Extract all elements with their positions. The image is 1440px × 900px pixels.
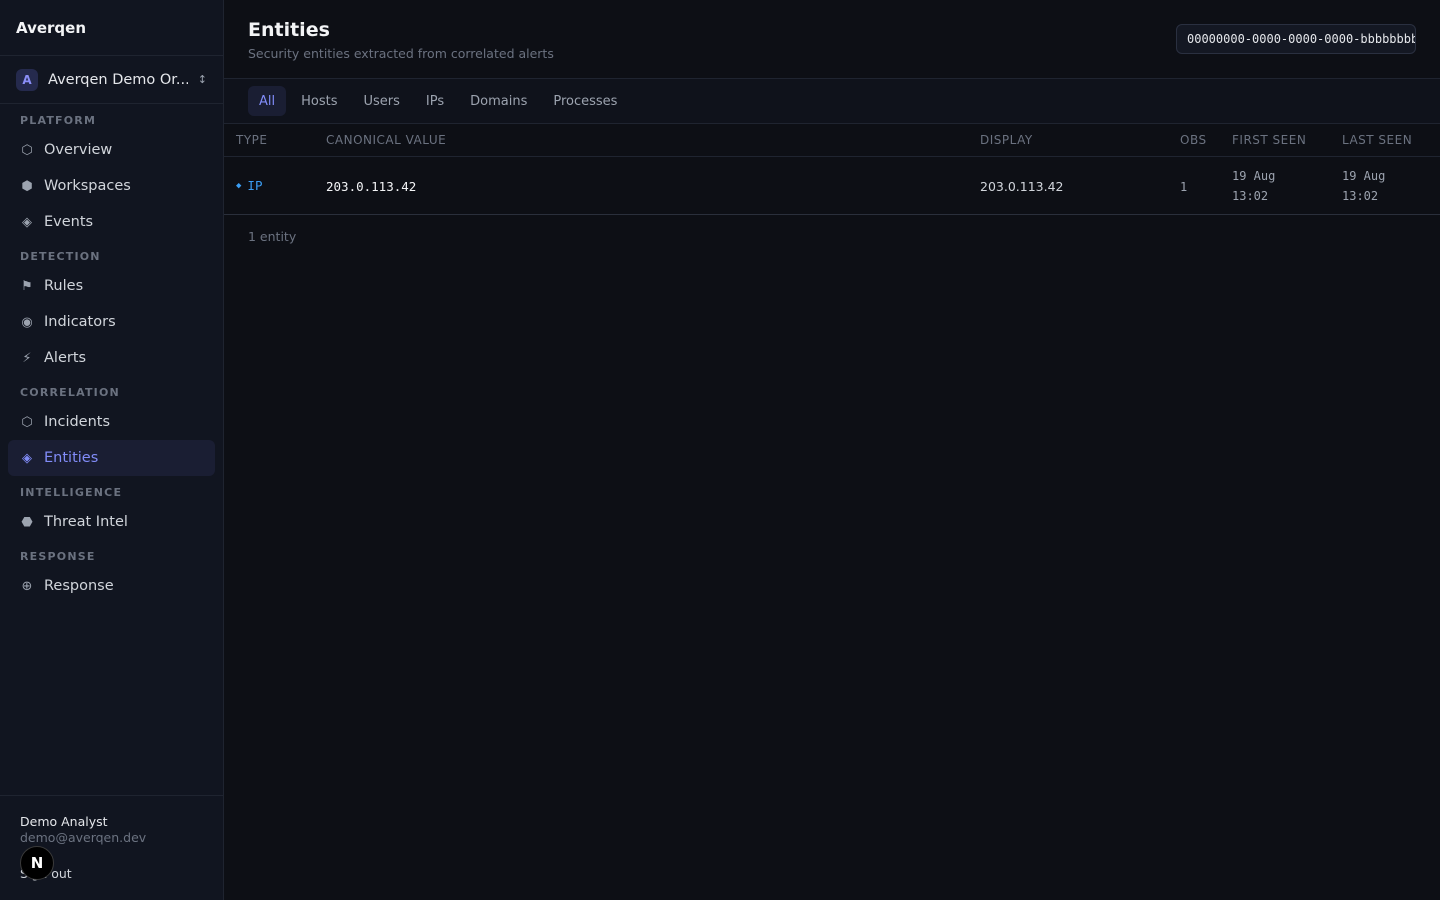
circle-plus-icon: ⊕ <box>21 578 33 594</box>
sidebar-item-label: Events <box>44 214 94 230</box>
diamond-icon: ◈ <box>22 214 32 230</box>
org-name: Averqen Demo Or... <box>48 71 188 88</box>
diamond-icon: ◈ <box>22 450 32 466</box>
column-header-type[interactable]: TYPE <box>224 133 314 147</box>
workspace-id-field[interactable]: 00000000-0000-0000-0000-bbbbbbbbbbbb <box>1176 24 1416 54</box>
nav-section-label: INTELLIGENCE <box>20 486 123 499</box>
user-panel: Demo Analyst demo@averqen.dev Sign out N <box>0 795 223 900</box>
display-value: 203.0.113.42 <box>980 179 1064 194</box>
sidebar-item-entities[interactable]: ◈ Entities <box>8 440 215 476</box>
dev-tools-badge[interactable]: N <box>20 846 54 880</box>
type-badge: ◆ IP <box>236 178 314 193</box>
sidebar-item-label: Rules <box>44 278 84 294</box>
column-header-canonical[interactable]: CANONICAL VALUE <box>314 133 968 147</box>
sidebar-item-threat-intel[interactable]: ⬣ Threat Intel <box>8 504 215 540</box>
entity-type-tabs: All Hosts Users IPs Domains Processes <box>224 79 1440 124</box>
sidebar-item-indicators[interactable]: ◉ Indicators <box>8 304 215 340</box>
ip-diamond-icon: ◆ <box>236 180 242 191</box>
cell-display: 203.0.113.42 <box>968 176 1168 195</box>
nav-section-label: PLATFORM <box>20 114 97 127</box>
sidebar-item-overview[interactable]: ⬡ Overview <box>8 132 215 168</box>
pentagon-icon: ⬣ <box>21 514 33 530</box>
canonical-value[interactable]: 203.0.113.42 <box>326 179 416 194</box>
column-header-last-seen[interactable]: LAST SEEN <box>1330 133 1440 147</box>
org-switcher[interactable]: A Averqen Demo Or... ↕ <box>0 56 223 104</box>
cell-obs: 1 <box>1168 176 1220 195</box>
brand-logo[interactable]: Averqen <box>0 0 223 56</box>
last-seen-date: 19 Aug <box>1342 168 1386 183</box>
cell-last-seen: 19 Aug 13:02 <box>1330 166 1440 206</box>
nav-section-intelligence: INTELLIGENCE ⬣ Threat Intel <box>0 476 223 540</box>
sidebar-nav: PLATFORM ⬡ Overview ⬢ Workspaces ◈ Event… <box>0 104 223 604</box>
sidebar-item-label: Indicators <box>44 314 116 330</box>
nav-section-label: DETECTION <box>20 250 101 263</box>
tab-ips[interactable]: IPs <box>415 86 455 116</box>
first-seen-date: 19 Aug <box>1232 168 1276 183</box>
sidebar: Averqen A Averqen Demo Or... ↕ PLATFORM … <box>0 0 224 900</box>
main-content: Entities Security entities extracted fro… <box>224 0 1440 900</box>
column-header-obs[interactable]: OBS <box>1168 133 1220 147</box>
table-row[interactable]: ◆ IP 203.0.113.42 203.0.113.42 1 19 Aug … <box>224 157 1440 215</box>
app-root: Averqen A Averqen Demo Or... ↕ PLATFORM … <box>0 0 1440 900</box>
tab-all[interactable]: All <box>248 86 287 116</box>
filled-hexagon-icon: ⬢ <box>21 178 33 194</box>
entity-count: 1 entity <box>248 229 297 244</box>
cell-first-seen: 19 Aug 13:02 <box>1220 166 1330 206</box>
sidebar-item-response[interactable]: ⊕ Response <box>8 568 215 604</box>
sidebar-item-label: Threat Intel <box>44 514 128 530</box>
table-header: TYPE CANONICAL VALUE DISPLAY OBS FIRST S… <box>224 124 1440 157</box>
column-header-first-seen[interactable]: FIRST SEEN <box>1220 133 1330 147</box>
nav-section-response: RESPONSE ⊕ Response <box>0 540 223 604</box>
obs-count: 1 <box>1180 180 1188 194</box>
column-header-display[interactable]: DISPLAY <box>968 133 1168 147</box>
sidebar-item-label: Response <box>44 578 114 594</box>
entities-table: TYPE CANONICAL VALUE DISPLAY OBS FIRST S… <box>224 124 1440 215</box>
user-name: Demo Analyst <box>20 814 108 829</box>
sidebar-item-rules[interactable]: ⚑ Rules <box>8 268 215 304</box>
sidebar-item-workspaces[interactable]: ⬢ Workspaces <box>8 168 215 204</box>
cell-canonical: 203.0.113.42 <box>314 176 968 195</box>
sidebar-item-events[interactable]: ◈ Events <box>8 204 215 240</box>
page-header: Entities Security entities extracted fro… <box>224 0 1440 79</box>
nav-section-detection: DETECTION ⚑ Rules ◉ Indicators ⚡ Alerts <box>0 240 223 376</box>
sidebar-item-alerts[interactable]: ⚡ Alerts <box>8 340 215 376</box>
sidebar-item-incidents[interactable]: ⬡ Incidents <box>8 404 215 440</box>
flag-icon: ⚑ <box>21 278 33 294</box>
sidebar-item-label: Incidents <box>44 414 111 430</box>
sidebar-item-label: Entities <box>44 450 99 466</box>
cell-type: ◆ IP <box>224 178 314 193</box>
type-label: IP <box>247 178 263 193</box>
last-seen-time: 13:02 <box>1342 188 1379 203</box>
tab-users[interactable]: Users <box>353 86 411 116</box>
nav-section-label: RESPONSE <box>20 550 96 563</box>
nav-section-correlation: CORRELATION ⬡ Incidents ◈ Entities <box>0 376 223 476</box>
lightning-icon: ⚡ <box>22 350 32 366</box>
hexagon-icon: ⬡ <box>21 142 33 158</box>
sidebar-item-label: Workspaces <box>44 178 131 194</box>
org-avatar: A <box>16 68 38 91</box>
hexagon-icon: ⬡ <box>21 414 33 430</box>
sidebar-item-label: Overview <box>44 142 113 158</box>
target-icon: ◉ <box>21 314 33 330</box>
user-email: demo@averqen.dev <box>20 830 147 845</box>
sidebar-item-label: Alerts <box>44 350 87 366</box>
chevron-updown-icon: ↕ <box>197 73 207 86</box>
nav-section-platform: PLATFORM ⬡ Overview ⬢ Workspaces ◈ Event… <box>0 104 223 240</box>
tab-processes[interactable]: Processes <box>542 86 628 116</box>
nav-section-label: CORRELATION <box>20 386 120 399</box>
tab-domains[interactable]: Domains <box>459 86 538 116</box>
tab-hosts[interactable]: Hosts <box>290 86 348 116</box>
first-seen-time: 13:02 <box>1232 188 1269 203</box>
